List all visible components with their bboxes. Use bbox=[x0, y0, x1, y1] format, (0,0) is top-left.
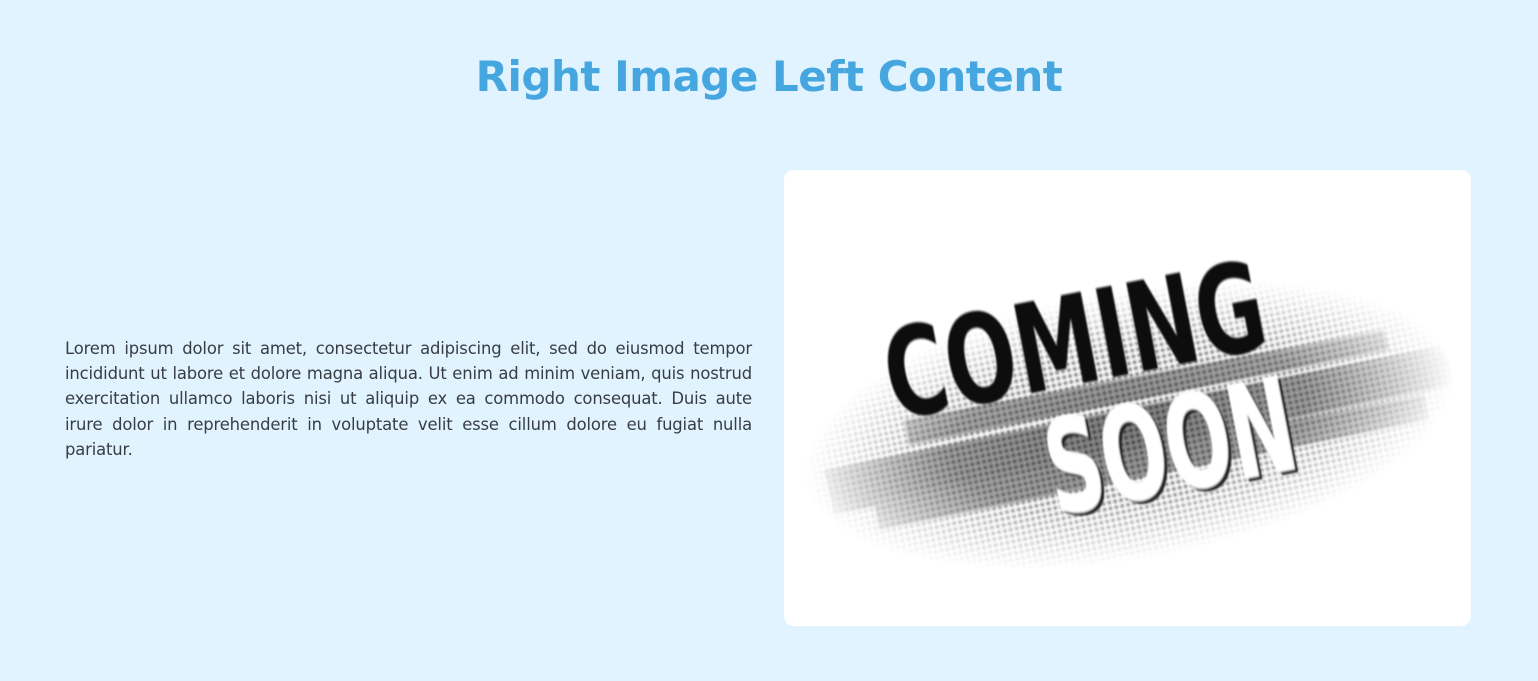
content-paragraph: Lorem ipsum dolor sit amet, consectetur … bbox=[65, 339, 752, 459]
page-title: Right Image Left Content bbox=[475, 52, 1063, 101]
coming-soon-image: COMING SOON SOON bbox=[784, 170, 1471, 626]
